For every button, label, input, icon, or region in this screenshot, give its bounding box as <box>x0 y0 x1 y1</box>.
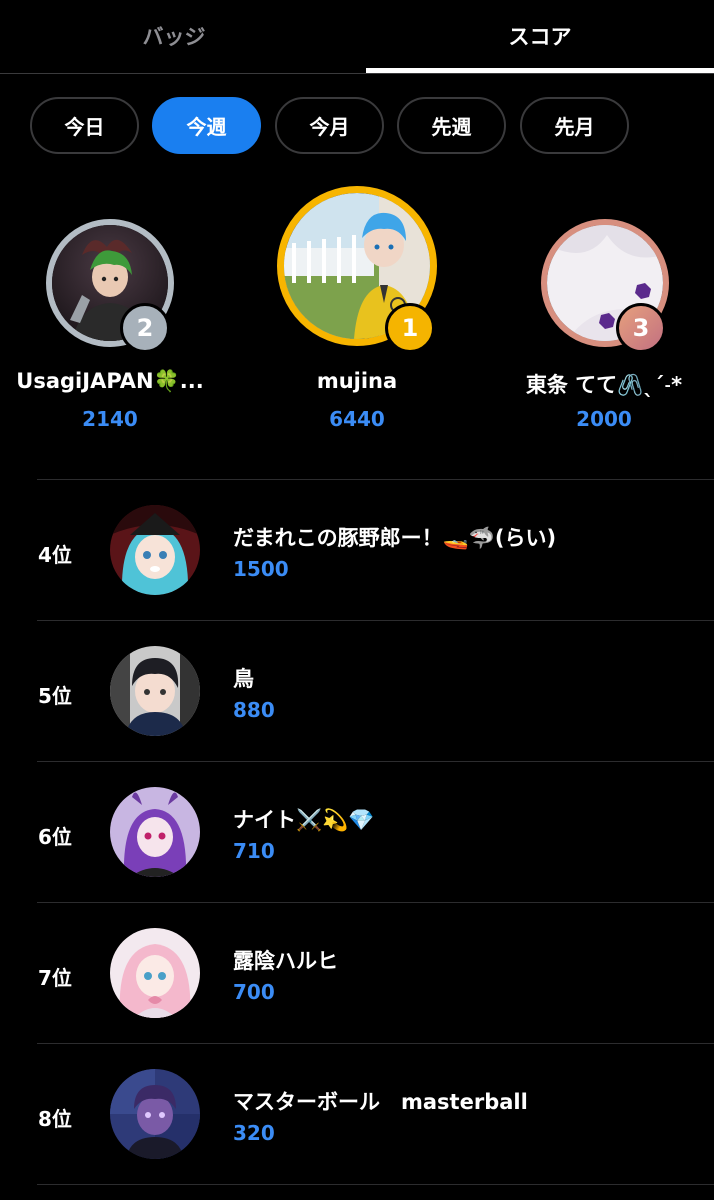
rank-badge-first: 1 <box>385 303 435 353</box>
user-avatar <box>110 928 200 1018</box>
period-filter-bar: 今日 今週 今月 先週 先月 <box>0 97 714 154</box>
user-score: 1500 <box>233 557 289 581</box>
user-avatar-icon <box>110 1069 200 1159</box>
user-score: 700 <box>233 980 275 1004</box>
user-avatar-icon <box>110 787 200 877</box>
tab-bar: バッジ スコア <box>0 0 714 74</box>
tab-score[interactable]: スコア <box>366 0 714 72</box>
ranking-row[interactable]: 4位 だまれこの豚野郎ー！🚤🦈(らい) 1500 <box>0 480 714 620</box>
podium-third-name: 東条 てて🖇️ˎˊ˗* <box>525 373 683 397</box>
user-score: 880 <box>233 698 275 722</box>
rank-label: 8位 <box>38 1107 72 1131</box>
rank-badge-second: 2 <box>120 303 170 353</box>
filter-last-week-button[interactable]: 先週 <box>397 97 506 154</box>
user-avatar <box>110 1069 200 1159</box>
user-avatar <box>110 505 200 595</box>
ranking-row[interactable]: 6位 ナイト⚔️💫💎 710 <box>0 762 714 902</box>
podium-first-score: 6440 <box>329 407 385 431</box>
rank-label: 5位 <box>38 684 72 708</box>
user-score: 710 <box>233 839 275 863</box>
user-score: 320 <box>233 1121 275 1145</box>
podium-third-score: 2000 <box>576 407 632 431</box>
ranking-row[interactable]: 8位 マスターボール masterball 320 <box>0 1044 714 1184</box>
user-name: 鳥 <box>233 667 254 691</box>
user-name: だまれこの豚野郎ー！🚤🦈(らい) <box>233 526 557 550</box>
user-avatar <box>110 787 200 877</box>
ranking-row[interactable]: 5位 鳥 880 <box>0 621 714 761</box>
list-divider <box>37 1184 714 1185</box>
user-avatar-icon <box>110 505 200 595</box>
active-tab-indicator <box>366 68 714 73</box>
podium-first-name: mujina <box>316 369 398 393</box>
user-avatar <box>110 646 200 736</box>
user-avatar-icon <box>110 646 200 736</box>
user-name: マスターボール masterball <box>233 1090 528 1114</box>
user-avatar-icon <box>110 928 200 1018</box>
tab-badges[interactable]: バッジ <box>0 0 348 72</box>
filter-today-button[interactable]: 今日 <box>30 97 139 154</box>
rank-label: 7位 <box>38 966 72 990</box>
podium-second-name: UsagiJAPAN🍀... <box>16 369 204 393</box>
filter-this-week-button[interactable]: 今週 <box>152 97 261 154</box>
filter-this-month-button[interactable]: 今月 <box>275 97 384 154</box>
podium-second-score: 2140 <box>82 407 138 431</box>
rank-label: 4位 <box>38 543 72 567</box>
filter-last-month-button[interactable]: 先月 <box>520 97 629 154</box>
rank-badge-third: 3 <box>616 303 666 353</box>
rank-label: 6位 <box>38 825 72 849</box>
user-name: ナイト⚔️💫💎 <box>233 808 375 832</box>
user-name: 露陰ハルヒ <box>233 949 338 973</box>
ranking-row[interactable]: 7位 露陰ハルヒ 700 <box>0 903 714 1043</box>
